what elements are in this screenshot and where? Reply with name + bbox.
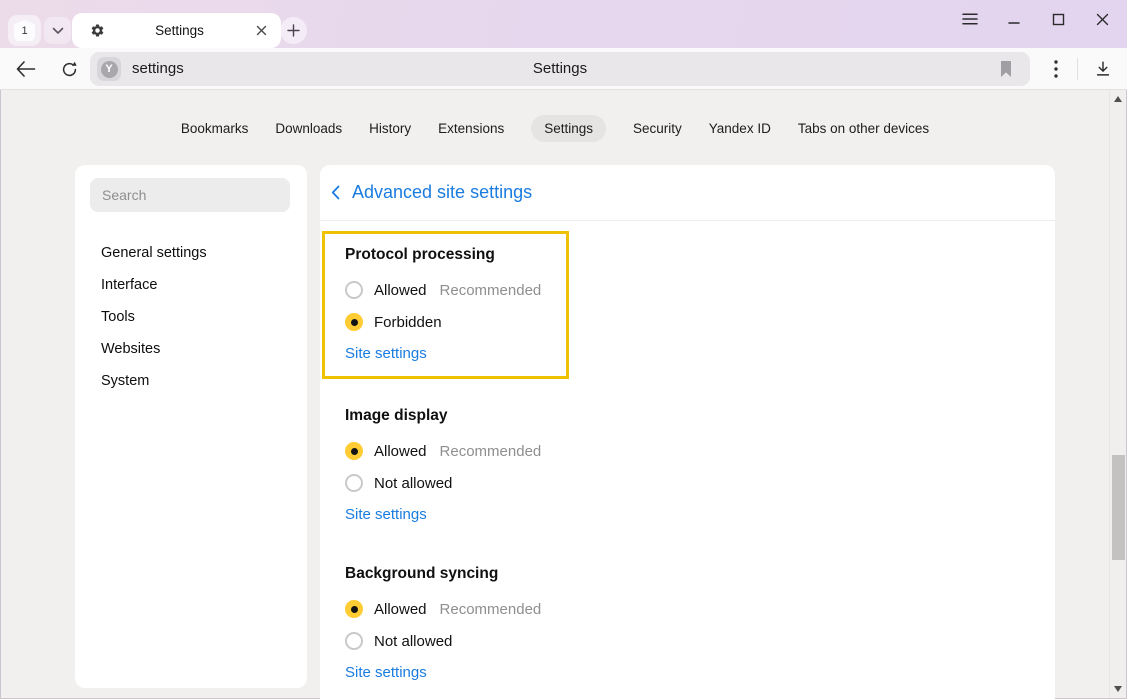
section-background-syncing: Background syncing Allowed Recommended N… (345, 565, 765, 681)
sidebar-item-interface[interactable]: Interface (75, 269, 307, 301)
site-badge-button[interactable]: Y (97, 57, 121, 81)
window-maximize-button[interactable] (1044, 5, 1072, 33)
option-label[interactable]: Allowed (374, 282, 427, 299)
radio-option-allowed[interactable]: Allowed Recommended (345, 593, 765, 625)
nav-item-history[interactable]: History (369, 115, 411, 142)
site-settings-link[interactable]: Site settings (345, 345, 427, 362)
site-settings-link[interactable]: Site settings (345, 506, 427, 523)
settings-sidebar: General settings Interface Tools Website… (75, 165, 307, 688)
yandex-logo-icon: Y (101, 61, 118, 78)
maximize-icon (1052, 13, 1065, 26)
settings-nav: Bookmarks Downloads History Extensions S… (0, 112, 1110, 144)
scroll-down-arrow-icon[interactable] (1114, 686, 1122, 692)
page-title: Settings (90, 52, 1030, 86)
radio-option-allowed[interactable]: Allowed Recommended (345, 435, 765, 467)
option-label[interactable]: Not allowed (374, 475, 452, 492)
radio-option-not-allowed[interactable]: Not allowed (345, 625, 765, 657)
option-label[interactable]: Allowed (374, 443, 427, 460)
bookmark-button[interactable] (994, 57, 1018, 81)
sidebar-item-tools[interactable]: Tools (75, 301, 307, 333)
tab-close-icon[interactable] (254, 23, 269, 38)
browser-window: 1 Settings (0, 0, 1127, 699)
minimize-icon (1007, 12, 1021, 26)
kebab-menu-icon (1054, 60, 1058, 78)
reload-button[interactable] (55, 55, 83, 83)
settings-main-panel: Advanced site settings Protocol processi… (320, 165, 1055, 699)
settings-sections: Protocol processing Allowed Recommended … (320, 221, 1055, 681)
browser-menu-button[interactable] (956, 5, 984, 33)
back-button[interactable] (12, 55, 40, 83)
section-image-display: Image display Allowed Recommended Not al… (345, 407, 765, 523)
section-title: Background syncing (345, 565, 765, 583)
tab-counter-button[interactable]: 1 (8, 15, 41, 46)
radio-selected-icon[interactable] (345, 313, 363, 331)
back-arrow-icon (16, 61, 36, 77)
page-section-title: Advanced site settings (352, 182, 532, 203)
browser-toolbar: Y settings Settings (0, 48, 1127, 90)
search-input[interactable] (90, 178, 290, 212)
plus-icon (287, 24, 300, 37)
radio-option-forbidden[interactable]: Forbidden (345, 306, 544, 338)
nav-item-extensions[interactable]: Extensions (438, 115, 504, 142)
chevron-down-icon (52, 27, 64, 35)
browser-tab-settings[interactable]: Settings (72, 13, 281, 48)
nav-item-tabs-other-devices[interactable]: Tabs on other devices (798, 115, 929, 142)
radio-option-not-allowed[interactable]: Not allowed (345, 467, 765, 499)
section-title: Protocol processing (345, 246, 544, 264)
option-label[interactable]: Allowed (374, 601, 427, 618)
tab-strip: 1 Settings (0, 0, 1127, 48)
option-label[interactable]: Not allowed (374, 633, 452, 650)
gear-icon (90, 23, 105, 38)
window-close-button[interactable] (1088, 5, 1116, 33)
nav-item-settings[interactable]: Settings (531, 115, 606, 142)
chevron-left-icon (331, 185, 340, 200)
sidebar-item-system[interactable]: System (75, 365, 307, 397)
nav-item-bookmarks[interactable]: Bookmarks (181, 115, 249, 142)
radio-unselected-icon[interactable] (345, 632, 363, 650)
recommended-badge: Recommended (440, 282, 542, 299)
radio-unselected-icon[interactable] (345, 474, 363, 492)
radio-unselected-icon[interactable] (345, 281, 363, 299)
new-tab-button[interactable] (280, 17, 307, 44)
tab-title: Settings (105, 23, 254, 38)
option-label[interactable]: Forbidden (374, 314, 442, 331)
advanced-site-settings-back[interactable]: Advanced site settings (320, 165, 1055, 221)
more-options-button[interactable] (1042, 55, 1070, 83)
reload-icon (60, 60, 79, 79)
window-minimize-button[interactable] (1000, 5, 1028, 33)
tab-list-dropdown-button[interactable] (44, 17, 71, 44)
scroll-up-arrow-icon[interactable] (1114, 96, 1122, 102)
sidebar-item-general-settings[interactable]: General settings (75, 237, 307, 269)
nav-item-security[interactable]: Security (633, 115, 682, 142)
download-icon (1094, 60, 1112, 78)
tab-counter-badge: 1 (14, 20, 35, 41)
section-title: Image display (345, 407, 765, 425)
close-icon (1096, 13, 1109, 26)
sidebar-list: General settings Interface Tools Website… (75, 237, 307, 397)
scrollbar-thumb[interactable] (1112, 455, 1125, 560)
hamburger-menu-icon (962, 13, 978, 25)
url-text: settings (132, 52, 184, 86)
radio-option-allowed[interactable]: Allowed Recommended (345, 274, 544, 306)
recommended-badge: Recommended (440, 601, 542, 618)
address-bar[interactable]: Y settings Settings (90, 52, 1030, 86)
radio-selected-icon[interactable] (345, 600, 363, 618)
bookmark-flag-icon (999, 61, 1013, 77)
page-scrollbar[interactable] (1109, 90, 1126, 698)
downloads-button[interactable] (1089, 55, 1117, 83)
section-protocol-processing: Protocol processing Allowed Recommended … (322, 231, 569, 379)
sidebar-item-websites[interactable]: Websites (75, 333, 307, 365)
toolbar-divider (1077, 58, 1078, 80)
site-settings-link[interactable]: Site settings (345, 664, 427, 681)
radio-selected-icon[interactable] (345, 442, 363, 460)
recommended-badge: Recommended (440, 443, 542, 460)
nav-item-yandex-id[interactable]: Yandex ID (709, 115, 771, 142)
nav-item-downloads[interactable]: Downloads (275, 115, 342, 142)
